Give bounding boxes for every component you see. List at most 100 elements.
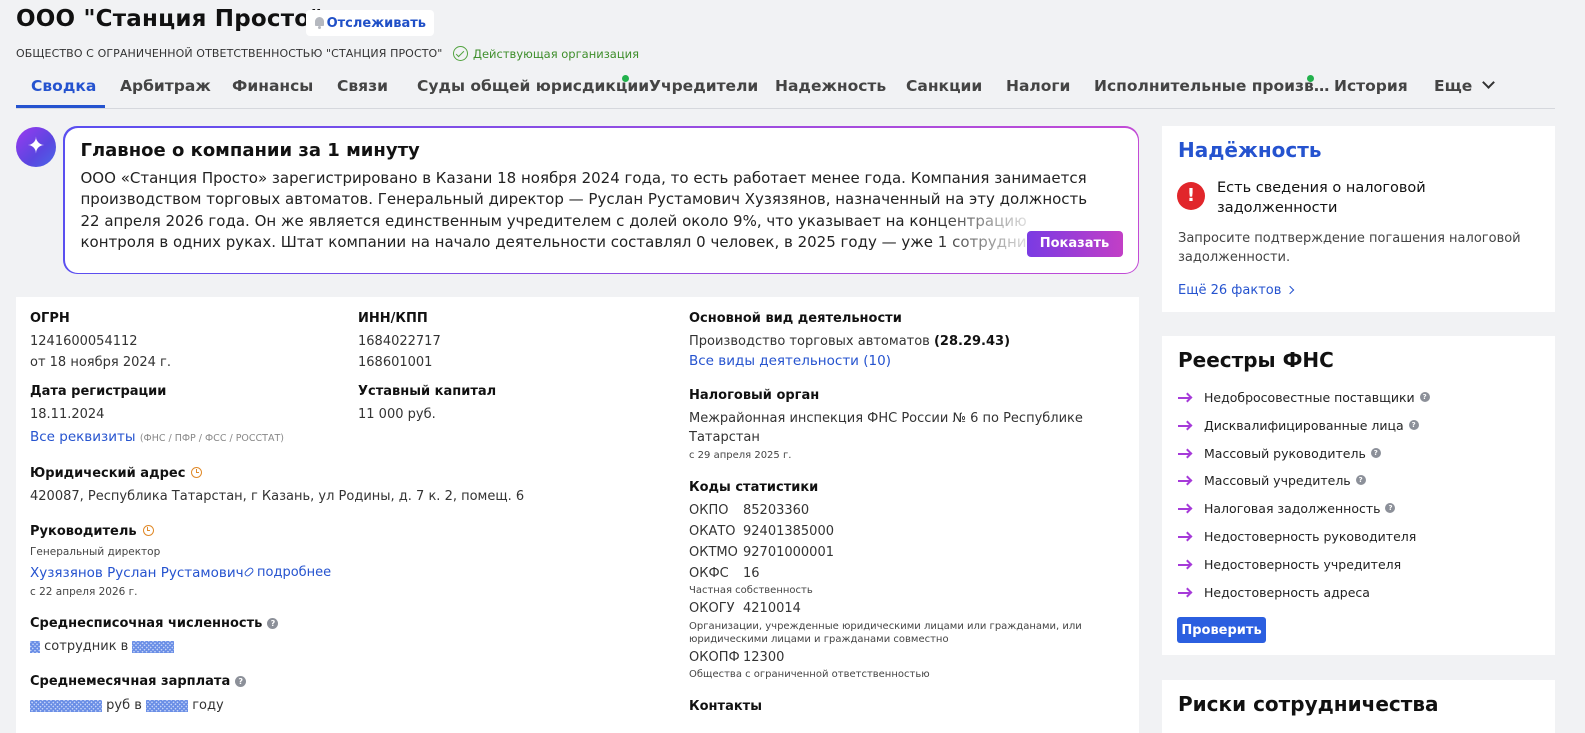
okopf-value: 12300 <box>743 650 785 665</box>
reliability-title[interactable]: Надёжность <box>1178 138 1322 162</box>
reliability-warning: Есть сведения о налоговой задолженности <box>1217 180 1426 216</box>
help-icon[interactable]: ? <box>1408 419 1419 430</box>
head-position: Генеральный директор <box>30 546 161 558</box>
activity-label: Основной вид деятельности <box>689 311 902 326</box>
more-facts-link[interactable]: Ещё 26 фактов <box>1178 283 1295 298</box>
tax-authority-label: Налоговый орган <box>689 388 820 403</box>
okogu-row: ОКОГУ 4210014 <box>689 601 801 616</box>
clock-icon[interactable] <box>142 525 154 536</box>
okopf-note: Общества с ограниченной ответственностью <box>689 669 930 680</box>
salary-end-text: году <box>192 698 224 713</box>
salary-mid-text: руб в <box>106 698 142 713</box>
arrow-right-icon <box>1178 587 1194 599</box>
fns-item[interactable]: Недостоверность учредителя <box>1178 557 1401 572</box>
fns-item-label: Массовый учредитель <box>1204 473 1351 488</box>
help-icon[interactable]: ? <box>1355 474 1366 485</box>
hidden-value[interactable] <box>132 640 175 653</box>
staff-mid-text: сотрудник в <box>44 639 129 654</box>
tab-sanctions[interactable]: Санкции <box>906 77 982 95</box>
head-more-link[interactable]: подробнее <box>238 565 331 580</box>
bell-icon <box>314 17 324 29</box>
okogu-note-2: юридическими лицами и гражданами совмест… <box>689 634 949 645</box>
okfs-key: ОКФС <box>689 566 729 581</box>
okogu-value: 4210014 <box>743 601 801 616</box>
tab-arbitration[interactable]: Арбитраж <box>120 77 211 95</box>
all-requisites-label: Все реквизиты <box>30 429 136 445</box>
tax-authority-since: с 29 апреля 2025 г. <box>689 450 792 461</box>
status-label: Действующая организация <box>473 46 640 61</box>
okato-key: ОКАТО <box>689 524 736 539</box>
hidden-value[interactable] <box>30 640 40 653</box>
tab-courts[interactable]: Суды общей юрисдикции <box>417 77 649 95</box>
okfs-note: Частная собственность <box>689 585 813 596</box>
head-label-text: Руководитель <box>30 524 137 539</box>
head-label: Руководитель <box>30 524 154 539</box>
all-activities-link[interactable]: Все виды деятельности (10) <box>689 353 891 369</box>
clock-icon[interactable] <box>191 467 203 478</box>
ai-summary-card: Главное о компании за 1 минуту ООО «Стан… <box>63 126 1139 274</box>
fns-item[interactable]: Налоговая задолженность? <box>1178 501 1396 516</box>
okopf-key: ОКОПФ <box>689 650 740 665</box>
address-value: 420087, Республика Татарстан, г Казань, … <box>30 489 525 504</box>
reliability-subtext: Запросите подтверждение погашения налого… <box>1178 231 1521 265</box>
fns-item[interactable]: Недобросовестные поставщики? <box>1178 390 1430 405</box>
oktmo-key: ОКТМО <box>689 545 738 560</box>
staff-label: Среднесписочная численность? <box>30 616 279 631</box>
capital-label: Уставный капитал <box>358 384 497 399</box>
fns-item[interactable]: Массовый учредитель? <box>1178 473 1366 488</box>
tab-founders[interactable]: Учредители <box>649 77 758 95</box>
head-name-link[interactable]: Хузязянов Руслан Рустамович <box>30 565 244 581</box>
fns-item[interactable]: Дисквалифицированные лица? <box>1178 418 1419 433</box>
ogrn-value: 1241600054112 <box>30 334 138 349</box>
tab-taxes[interactable]: Налоги <box>1006 77 1070 95</box>
fns-item-label: Недостоверность адреса <box>1204 585 1370 600</box>
inn-value: 1684022717 <box>358 334 441 349</box>
help-icon[interactable]: ? <box>1385 502 1396 513</box>
active-tab-indicator <box>16 105 105 108</box>
follow-button[interactable]: Отслеживать <box>306 10 434 36</box>
fns-item-label: Массовый руководитель <box>1204 446 1366 461</box>
all-requisites-link[interactable]: Все реквизиты (ФНС / ПФР / ФСС / РОССТАТ… <box>30 429 284 445</box>
fns-item-label: Недобросовестные поставщики <box>1204 390 1415 405</box>
okato-row: ОКАТО 92401385000 <box>689 524 834 539</box>
tab-enforcement[interactable]: Исполнительные произв… <box>1094 77 1329 95</box>
tab-links[interactable]: Связи <box>337 77 388 95</box>
okogu-note-1: Организации, учрежденные юридическими ли… <box>689 621 1082 632</box>
show-more-button[interactable]: Показать <box>1026 230 1123 257</box>
okpo-key: ОКПО <box>689 503 729 518</box>
tab-enforcement-dot <box>1307 75 1314 82</box>
tab-summary[interactable]: Сводка <box>31 77 96 95</box>
capital-value: 11 000 руб. <box>358 407 436 422</box>
tab-history[interactable]: История <box>1334 77 1408 95</box>
ai-sparkle-icon: ✦ <box>16 127 56 167</box>
tab-more[interactable]: Еще <box>1434 76 1496 95</box>
help-icon[interactable]: ? <box>1370 447 1381 458</box>
oktmo-value: 92701000001 <box>743 545 834 560</box>
fns-item[interactable]: Недостоверность руководителя <box>1178 529 1416 544</box>
hidden-value[interactable] <box>146 699 189 712</box>
warning-icon: ! <box>1177 182 1205 210</box>
help-icon[interactable]: ? <box>1419 391 1430 402</box>
staff-value: сотрудник в <box>30 639 175 654</box>
status-badge: Действующая организация <box>453 46 639 61</box>
activity-value: Производство торговых автоматов (28.29.4… <box>689 334 1010 349</box>
fns-title: Реестры ФНС <box>1178 348 1334 372</box>
arrow-right-icon <box>1178 475 1194 487</box>
arrow-right-icon <box>1178 503 1194 515</box>
more-facts-label: Ещё 26 фактов <box>1178 283 1282 298</box>
help-icon[interactable]: ? <box>235 676 247 687</box>
fns-item-label: Дисквалифицированные лица <box>1204 418 1404 433</box>
hidden-value[interactable] <box>30 699 102 712</box>
all-requisites-note: (ФНС / ПФР / ФСС / РОССТАТ) <box>139 433 284 444</box>
fns-item-label: Налоговая задолженность <box>1204 501 1381 516</box>
salary-label-text: Среднемесячная зарплата <box>30 674 231 689</box>
tab-finance[interactable]: Финансы <box>232 77 313 95</box>
help-icon[interactable]: ? <box>267 618 279 629</box>
fns-item-label: Недостоверность учредителя <box>1204 557 1402 572</box>
tab-reliability[interactable]: Надежность <box>775 77 886 95</box>
fns-item[interactable]: Недостоверность адреса <box>1178 585 1370 600</box>
company-title: ООО "Станция Просто" <box>16 6 323 32</box>
kpp-value: 168601001 <box>358 355 433 370</box>
fns-item[interactable]: Массовый руководитель? <box>1178 446 1381 461</box>
check-button[interactable]: Проверить <box>1177 617 1266 643</box>
